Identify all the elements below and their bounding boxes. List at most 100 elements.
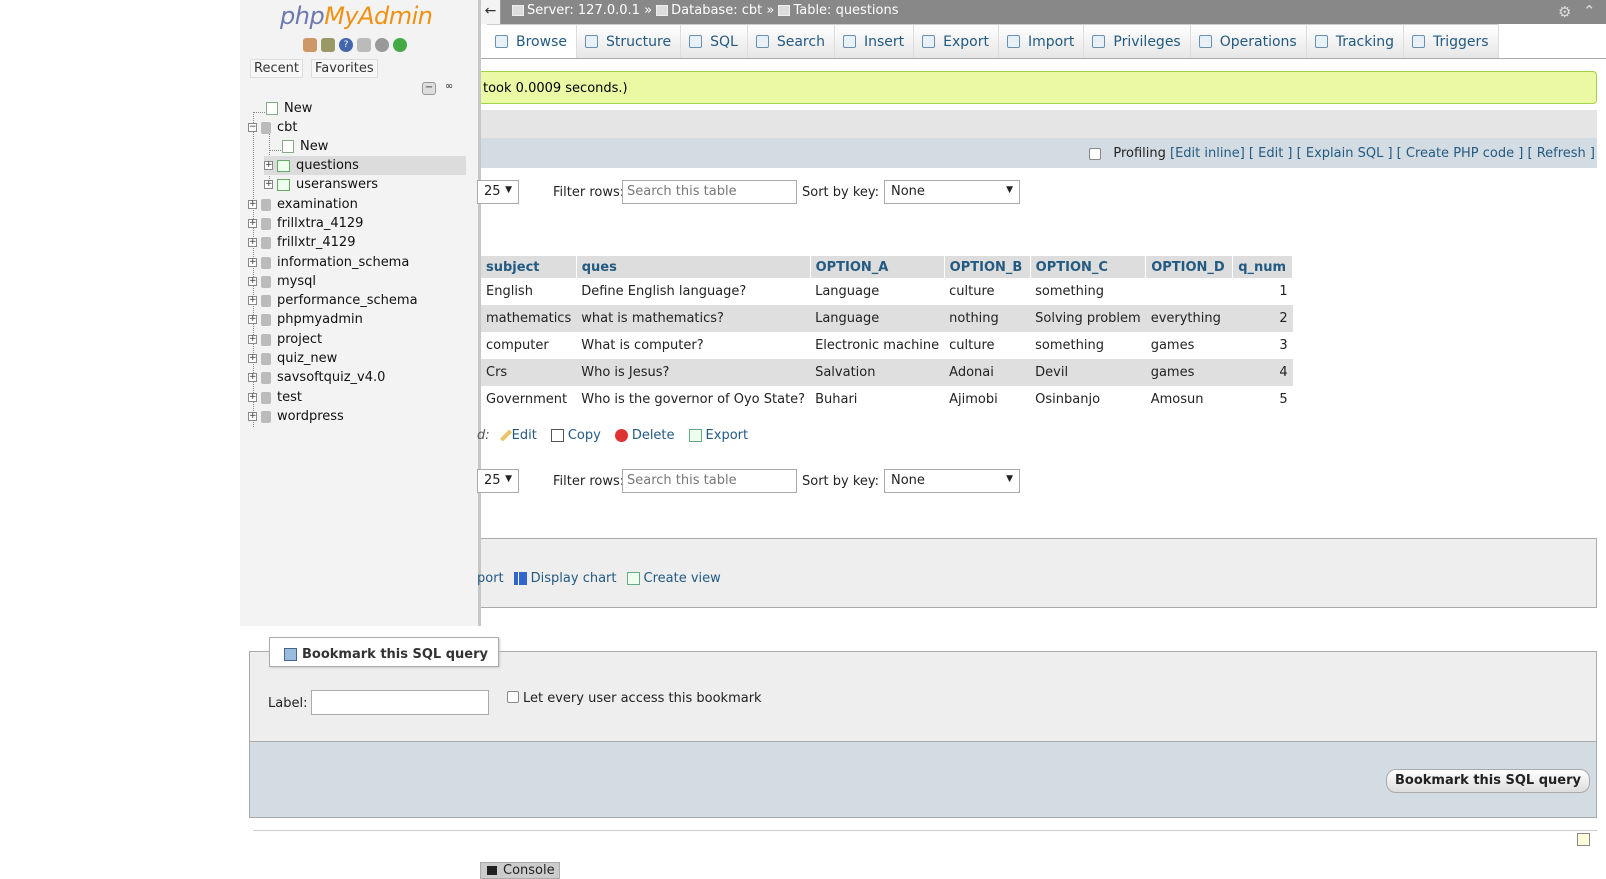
table-row[interactable]: computer What is computer? Electronic ma… <box>481 332 1293 359</box>
expand-icon[interactable]: + <box>248 219 257 228</box>
tab-triggers[interactable]: Triggers <box>1404 24 1499 58</box>
expand-icon[interactable]: + <box>248 393 257 402</box>
table-cell[interactable]: Crs <box>481 359 577 386</box>
tree-item-cbt-new[interactable]: New <box>282 137 328 156</box>
help-icon[interactable]: ? <box>339 38 353 52</box>
delete-selected-button[interactable]: Delete <box>614 428 675 443</box>
tree-item-test[interactable]: + test <box>248 388 302 407</box>
sort-by-key-select[interactable]: None ▼ <box>884 180 1020 204</box>
table-cell[interactable]: Who is Jesus? <box>576 359 811 386</box>
home-icon[interactable] <box>303 38 317 52</box>
logout-icon[interactable] <box>321 38 335 52</box>
table-cell[interactable]: 4 <box>1232 359 1293 386</box>
table-cell[interactable]: Government <box>481 386 577 413</box>
rows-per-page-select[interactable]: 25 ▼ <box>477 469 519 493</box>
edit-inline-link[interactable]: [Edit inline] <box>1170 146 1245 161</box>
console-toggle[interactable]: Console <box>480 862 560 879</box>
tree-item-quiz-new[interactable]: + quiz_new <box>248 349 337 368</box>
column-header[interactable]: OPTION_B <box>944 256 1031 278</box>
column-header[interactable]: OPTION_C <box>1030 256 1147 278</box>
tab-search[interactable]: Search <box>747 24 835 58</box>
table-cell[interactable]: English <box>481 278 577 305</box>
table-cell[interactable]: Language <box>810 305 945 332</box>
table-row[interactable]: mathematics what is mathematics? Languag… <box>481 305 1293 332</box>
share-bookmark-checkbox[interactable] <box>507 691 519 703</box>
reload-icon[interactable] <box>393 38 407 52</box>
tab-insert[interactable]: Insert <box>834 24 915 58</box>
table-cell[interactable]: what is mathematics? <box>576 305 811 332</box>
tree-item-project[interactable]: + project <box>248 330 322 349</box>
refresh-link[interactable]: [ Refresh ] <box>1527 146 1595 161</box>
table-cell[interactable]: Language <box>810 278 945 305</box>
rows-per-page-select[interactable]: 25 ▼ <box>477 180 519 204</box>
column-header[interactable]: q_num <box>1232 256 1294 278</box>
collapse-sidebar-button[interactable]: ← <box>481 0 501 24</box>
collapse-all-icon[interactable]: − <box>422 82 436 95</box>
table-cell[interactable]: culture <box>944 278 1031 305</box>
expand-icon[interactable]: + <box>248 373 257 382</box>
expand-icon[interactable]: + <box>248 354 257 363</box>
breadcrumb-table[interactable]: Table: questions <box>793 3 898 18</box>
favorites-tab[interactable]: Favorites <box>310 59 378 78</box>
display-chart-link[interactable]: Display chart <box>513 571 617 586</box>
table-cell[interactable]: something <box>1030 278 1146 305</box>
tree-item-information-schema[interactable]: + information_schema <box>248 253 409 272</box>
table-cell[interactable]: nothing <box>944 305 1031 332</box>
tree-item-frillxtr[interactable]: + frillxtr_4129 <box>248 233 355 252</box>
table-cell[interactable]: games <box>1145 359 1233 386</box>
expand-icon[interactable]: + <box>248 238 257 247</box>
table-cell[interactable]: everything <box>1145 305 1233 332</box>
copy-selected-button[interactable]: Copy <box>550 428 601 443</box>
table-cell[interactable]: What is computer? <box>576 332 811 359</box>
tab-privileges[interactable]: Privileges <box>1084 24 1191 58</box>
table-row[interactable]: Government Who is the governor of Oyo St… <box>481 386 1293 413</box>
page-settings-icon[interactable] <box>1577 833 1590 846</box>
expand-icon[interactable]: + <box>264 161 273 170</box>
expand-icon[interactable]: + <box>248 315 257 324</box>
expand-icon[interactable]: + <box>248 412 257 421</box>
gear-icon[interactable] <box>375 38 389 52</box>
column-header[interactable]: ques <box>576 256 811 278</box>
table-cell[interactable]: Define English language? <box>576 278 811 305</box>
table-cell[interactable]: Adonai <box>944 359 1031 386</box>
column-header[interactable]: subject <box>481 256 577 278</box>
table-cell[interactable]: Salvation <box>810 359 945 386</box>
table-cell[interactable]: 5 <box>1232 386 1293 413</box>
breadcrumb-server[interactable]: Server: 127.0.0.1 » <box>527 3 652 18</box>
docs-icon[interactable] <box>357 38 371 52</box>
tree-item-mysql[interactable]: + mysql <box>248 272 316 291</box>
table-cell[interactable] <box>1145 278 1233 305</box>
tree-item-phpmyadmin[interactable]: + phpmyadmin <box>248 310 363 329</box>
table-cell[interactable]: 1 <box>1232 278 1293 305</box>
filter-rows-input[interactable]: Search this table <box>622 469 797 493</box>
filter-rows-input[interactable]: Search this table <box>622 180 797 204</box>
scroll-top-icon[interactable]: ⌃ <box>1583 2 1596 20</box>
tab-tracking[interactable]: Tracking <box>1306 24 1404 58</box>
column-header[interactable]: OPTION_D <box>1145 256 1234 278</box>
tree-item-frillxtra[interactable]: + frillxtra_4129 <box>248 214 363 233</box>
breadcrumb-database[interactable]: Database: cbt » <box>671 3 774 18</box>
sort-by-key-select[interactable]: None ▼ <box>884 469 1020 493</box>
table-cell[interactable]: Solving problem <box>1030 305 1146 332</box>
table-cell[interactable]: mathematics <box>481 305 577 332</box>
table-cell[interactable]: Who is the governor of Oyo State? <box>576 386 811 413</box>
tab-browse[interactable]: Browse <box>487 24 577 58</box>
tab-structure[interactable]: Structure <box>576 24 682 58</box>
table-row[interactable]: Crs Who is Jesus? Salvation Adonai Devil… <box>481 359 1293 386</box>
bookmark-submit-button[interactable]: Bookmark this SQL query <box>1386 769 1590 793</box>
tab-export[interactable]: Export <box>914 24 999 58</box>
table-cell[interactable]: 3 <box>1232 332 1293 359</box>
collapse-icon[interactable]: − <box>248 123 257 132</box>
tab-operations[interactable]: Operations <box>1190 24 1307 58</box>
expand-icon[interactable]: + <box>248 258 257 267</box>
tab-import[interactable]: Import <box>998 24 1085 58</box>
table-cell[interactable]: Electronic machine <box>810 332 945 359</box>
settings-gear-icon[interactable]: ⚙ <box>1558 3 1571 21</box>
tree-item-savsoftquiz[interactable]: + savsoftquiz_v4.0 <box>248 368 385 387</box>
table-cell[interactable]: culture <box>944 332 1031 359</box>
expand-icon[interactable]: + <box>248 296 257 305</box>
column-header[interactable]: OPTION_A <box>810 256 945 278</box>
phpmyadmin-logo[interactable]: phpMyAdmin <box>280 2 433 30</box>
bookmark-label-input[interactable] <box>311 690 489 715</box>
table-cell[interactable]: something <box>1030 332 1146 359</box>
